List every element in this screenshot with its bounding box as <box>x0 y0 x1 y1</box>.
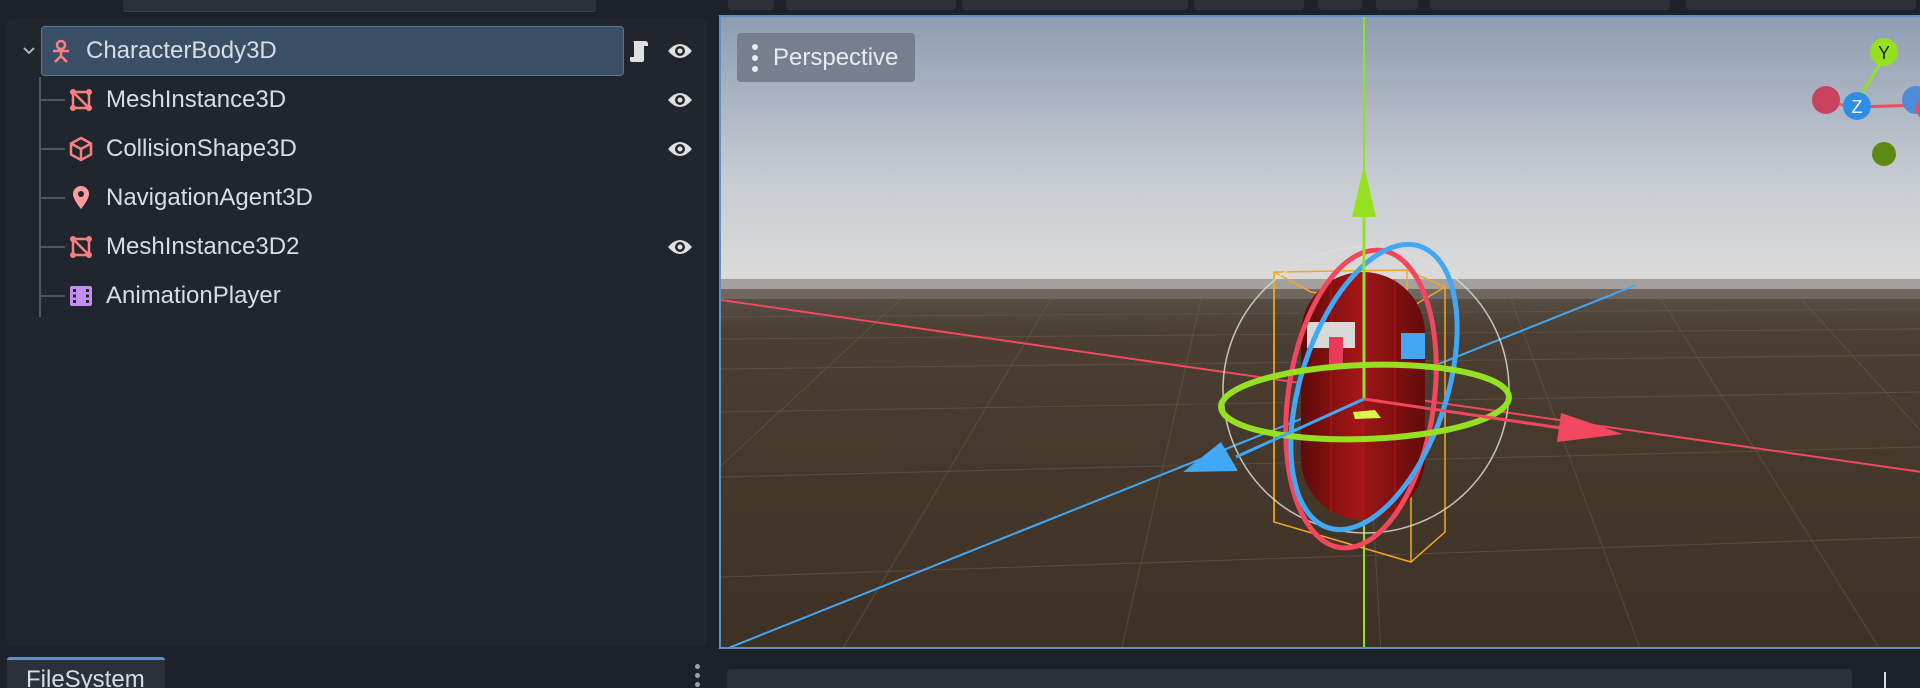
animation-player-icon <box>67 282 95 310</box>
mesh-instance-icon <box>67 86 95 114</box>
toolbar-button[interactable] <box>786 0 956 10</box>
gizmo-neg-x-bubble[interactable] <box>1812 86 1840 114</box>
bottom-panel-bar <box>727 669 1852 688</box>
scene-tree-panel: CharacterBody3D MeshInstance3D Collision… <box>7 19 707 646</box>
toolbar-button[interactable] <box>962 0 1188 10</box>
3d-viewport[interactable]: Y Z Perspective <box>719 15 1920 649</box>
gizmo-y-label: Y <box>1878 43 1890 63</box>
visibility-eye-icon[interactable] <box>665 134 695 164</box>
tab-label: FileSystem <box>26 666 145 688</box>
character-body-icon <box>47 37 75 65</box>
kebab-menu-icon <box>737 43 773 72</box>
tree-item-characterbody3d[interactable]: CharacterBody3D <box>7 28 707 74</box>
tree-item-navigationagent3d[interactable]: NavigationAgent3D <box>7 175 707 221</box>
add-icon[interactable] <box>1876 670 1894 688</box>
eye-marker-red <box>1329 337 1343 365</box>
toolbar-button[interactable] <box>728 0 774 10</box>
perspective-view-menu[interactable]: Perspective <box>737 33 915 82</box>
perspective-label: Perspective <box>773 43 899 71</box>
visibility-eye-icon[interactable] <box>665 36 695 66</box>
eye-marker-blue <box>1401 333 1425 359</box>
visibility-eye-icon[interactable] <box>665 85 695 115</box>
top-strip <box>0 0 1920 16</box>
tree-item-label: MeshInstance3D <box>106 86 287 113</box>
toolbar-button[interactable] <box>1194 0 1304 10</box>
tree-item-label: AnimationPlayer <box>106 282 281 309</box>
tree-item-meshinstance3d2[interactable]: MeshInstance3D2 <box>7 224 707 270</box>
script-icon[interactable] <box>625 37 653 65</box>
mesh-instance-icon <box>67 233 95 261</box>
dock-menu-icon[interactable] <box>693 664 701 688</box>
tree-item-label: CollisionShape3D <box>106 135 297 162</box>
tree-item-label: NavigationAgent3D <box>106 184 313 211</box>
tree-item-meshinstance3d[interactable]: MeshInstance3D <box>7 77 707 123</box>
tree-item-label: CharacterBody3D <box>86 37 277 64</box>
visibility-eye-icon[interactable] <box>665 232 695 262</box>
gizmo-neg-y-bubble[interactable] <box>1872 142 1896 166</box>
tab-filesystem[interactable]: FileSystem <box>7 657 165 688</box>
toolbar-button[interactable] <box>1430 0 1670 10</box>
godot-editor: CharacterBody3D MeshInstance3D Collision… <box>0 0 1920 688</box>
toolbar-button[interactable] <box>1376 0 1418 10</box>
toolbar-button[interactable] <box>1686 0 1916 10</box>
gizmo-z-label: Z <box>1852 97 1863 117</box>
chevron-down-icon[interactable] <box>19 37 39 65</box>
navigation-agent-icon <box>67 184 95 212</box>
filter-nodes-input[interactable] <box>123 0 596 12</box>
collision-shape-icon <box>67 135 95 163</box>
tree-item-collisionshape3d[interactable]: CollisionShape3D <box>7 126 707 172</box>
toolbar-button[interactable] <box>1318 0 1362 10</box>
tree-item-label: MeshInstance3D2 <box>106 233 300 260</box>
tree-item-animationplayer[interactable]: AnimationPlayer <box>7 273 707 319</box>
viewport-scene: Y Z <box>721 17 1920 647</box>
